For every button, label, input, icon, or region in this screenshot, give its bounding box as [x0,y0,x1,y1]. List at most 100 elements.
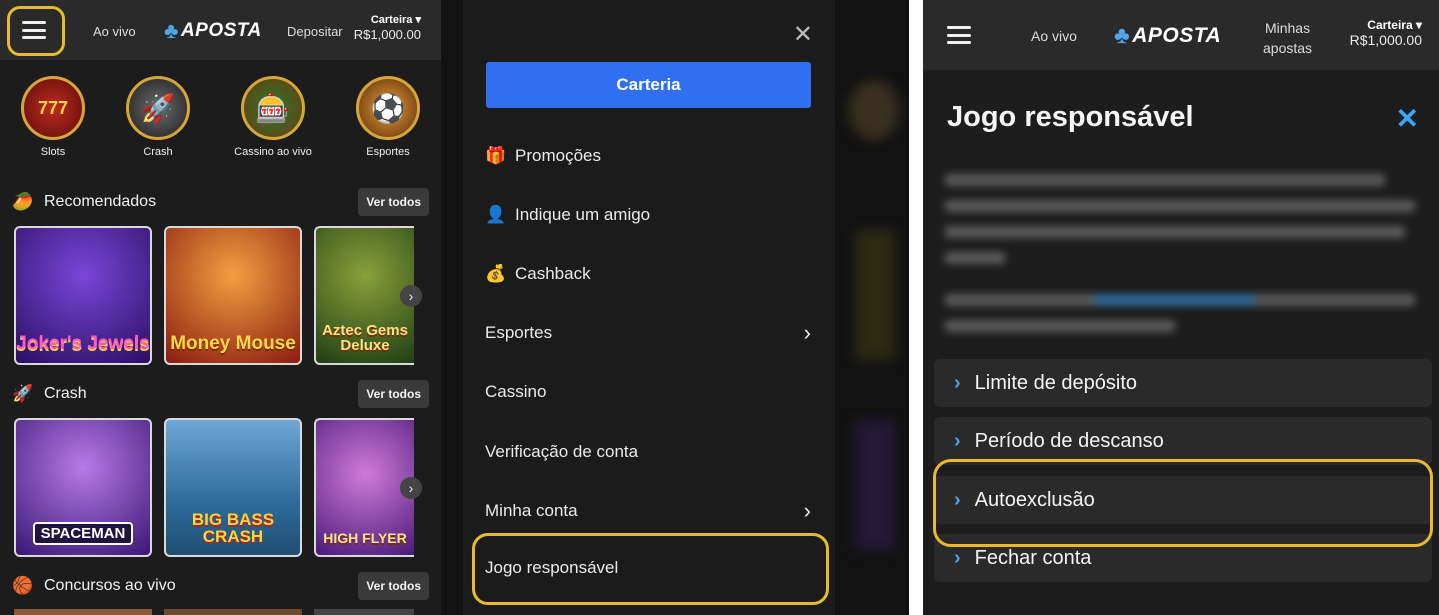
blurred-line [945,174,1385,186]
rocket-bomb-icon: 🚀 [126,76,190,140]
hamburger-icon [947,26,971,44]
my-bets-label: Minhas [1264,20,1311,36]
menu-highlight [7,6,65,56]
category-label: Slots [40,146,66,158]
wallet-label: Carteira ▾ [1367,18,1422,32]
blurred-line [945,294,1415,306]
section-header-live-contests: 🏀 Concursos ao vivo Ver todos [12,571,429,601]
game-title: Aztec Gems Deluxe [322,322,408,354]
menu-item-cashback[interactable]: 💰 Cashback [485,254,811,294]
category-label: Crash [143,146,173,158]
game-tile[interactable]: Money Mouse [164,226,302,365]
see-all-button[interactable]: Ver todos [358,572,429,600]
slots-icon: 777 [21,76,85,140]
wallet-button-label: Carteria [616,75,681,94]
logo-text: APOSTA [1132,24,1222,47]
close-icon[interactable]: ✕ [793,20,813,49]
blurred-line [945,320,1175,332]
menu-item-my-account[interactable]: Minha conta › [485,491,811,531]
logo-text: APOSTA [180,20,262,41]
accordion-label: Fechar conta [974,546,1092,569]
sports-ball-icon: ⚽ [356,76,420,140]
game-tile[interactable]: High Flyer [314,418,414,557]
my-bets-label: apostas [1263,40,1313,57]
section-title: Crash [44,385,87,402]
close-icon[interactable]: ✕ [1396,102,1419,135]
game-title: Big Bass Crash [191,510,275,546]
my-bets-link[interactable]: Minhas apostas [1263,18,1312,59]
menu-button[interactable] [947,26,971,44]
clover-icon: ♣ [164,18,179,43]
see-all-button[interactable]: Ver todos [358,188,429,216]
category-label: Esportes [366,146,410,158]
responsible-gaming-panel: Ao vivo ♣ APOSTA Minhas apostas Carteira… [923,0,1439,615]
blurred-line [945,252,1005,264]
bg-blur-shape [855,230,895,360]
bg-blur-shape [849,80,899,140]
rocket-icon: 🚀 [12,384,34,403]
section-title: Recomendados [44,193,157,210]
chevron-right-icon: › [954,546,961,569]
category-label: Cassino ao vivo [234,146,312,158]
game-tile[interactable]: Joker's Jewels [14,226,152,365]
game-tile[interactable]: Big Bass Crash [164,418,302,557]
brand-logo[interactable]: ♣ APOSTA [164,18,262,44]
accordion-deposit-limit[interactable]: › Limite de depósito [934,359,1432,407]
menu-item-label: Cashback [515,264,591,283]
wallet-label: Carteira ▾ [370,14,421,26]
deposit-link[interactable]: Depositar [287,24,343,39]
section-title: Concursos ao vivo [44,577,176,594]
category-crash[interactable]: 🚀 Crash [118,76,198,158]
accordion-label: Limite de depósito [974,371,1137,394]
page-title: Jogo responsável [947,101,1194,133]
mango-icon: 🥭 [12,192,34,211]
chevron-right-icon: › [803,498,811,523]
game-title: Spaceman [32,522,134,545]
menu-item-account-verification[interactable]: Verificação de conta [485,432,811,472]
wallet-button[interactable]: Carteria [486,62,811,108]
menu-item-refer-friend[interactable]: 👤 Indique um amigo [485,195,811,235]
accordion-label: Período de descanso [974,429,1164,452]
see-all-button[interactable]: Ver todos [358,380,429,408]
blurred-line [945,200,1415,212]
add-user-icon: 👤 [485,205,507,224]
menu-item-promotions[interactable]: 🎁 Promoções [485,136,811,176]
chevron-right-icon: › [803,320,811,345]
blurred-line [945,226,1405,238]
menu-item-label: Verificação de conta [485,442,639,461]
balance-value: R$1,000.00 [353,27,421,43]
bg-blur-shape [855,420,895,550]
brand-logo[interactable]: ♣ APOSTA [1114,22,1221,50]
section-header-recommended: 🥭 Recomendados Ver todos [12,187,429,217]
balance-value: R$1,000.00 [1349,32,1422,49]
category-slots[interactable]: 777 Slots [13,76,93,158]
top-bar: Ao vivo ♣ APOSTA Depositar Carteira ▾ R$… [0,0,441,60]
responsible-gaming-highlight [472,533,829,605]
live-link[interactable]: Ao vivo [93,24,136,39]
menu-item-label: Esportes [485,323,553,342]
next-row-peek [14,609,414,615]
menu-item-sports[interactable]: Esportes › [485,313,811,353]
menu-item-casino[interactable]: Cassino [485,372,811,412]
carousel-next-icon[interactable]: › [400,477,422,499]
carousel-next-icon[interactable]: › [400,285,422,307]
category-sports[interactable]: ⚽ Esportes [348,76,428,158]
section-header-crash: 🚀 Crash Ver todos [12,379,429,409]
game-tile[interactable]: Aztec Gems Deluxe [314,226,414,365]
game-title: Joker's Jewels [16,333,150,354]
game-tile[interactable]: Spaceman [14,418,152,557]
game-title: Money Mouse [170,333,296,354]
money-bag-icon: 💰 [485,264,507,283]
wallet-dropdown[interactable]: Carteira ▾ R$1,000.00 [354,14,421,43]
category-live-casino[interactable]: 🎰 Cassino ao vivo [233,76,313,158]
menu-item-label: Promoções [515,146,601,165]
chevron-right-icon: › [954,429,961,452]
live-link[interactable]: Ao vivo [1031,28,1077,44]
basketball-icon: 🏀 [12,576,34,595]
top-bar: Ao vivo ♣ APOSTA Minhas apostas Carteira… [923,0,1439,70]
accordion-rest-period[interactable]: › Período de descanso [934,417,1432,465]
side-menu: ✕ Carteria 🎁 Promoções 👤 Indique um amig… [463,0,835,615]
menu-item-label: Minha conta [485,501,578,520]
wallet-dropdown[interactable]: Carteira ▾ R$1,000.00 [1350,18,1422,49]
clover-icon: ♣ [1114,22,1131,49]
